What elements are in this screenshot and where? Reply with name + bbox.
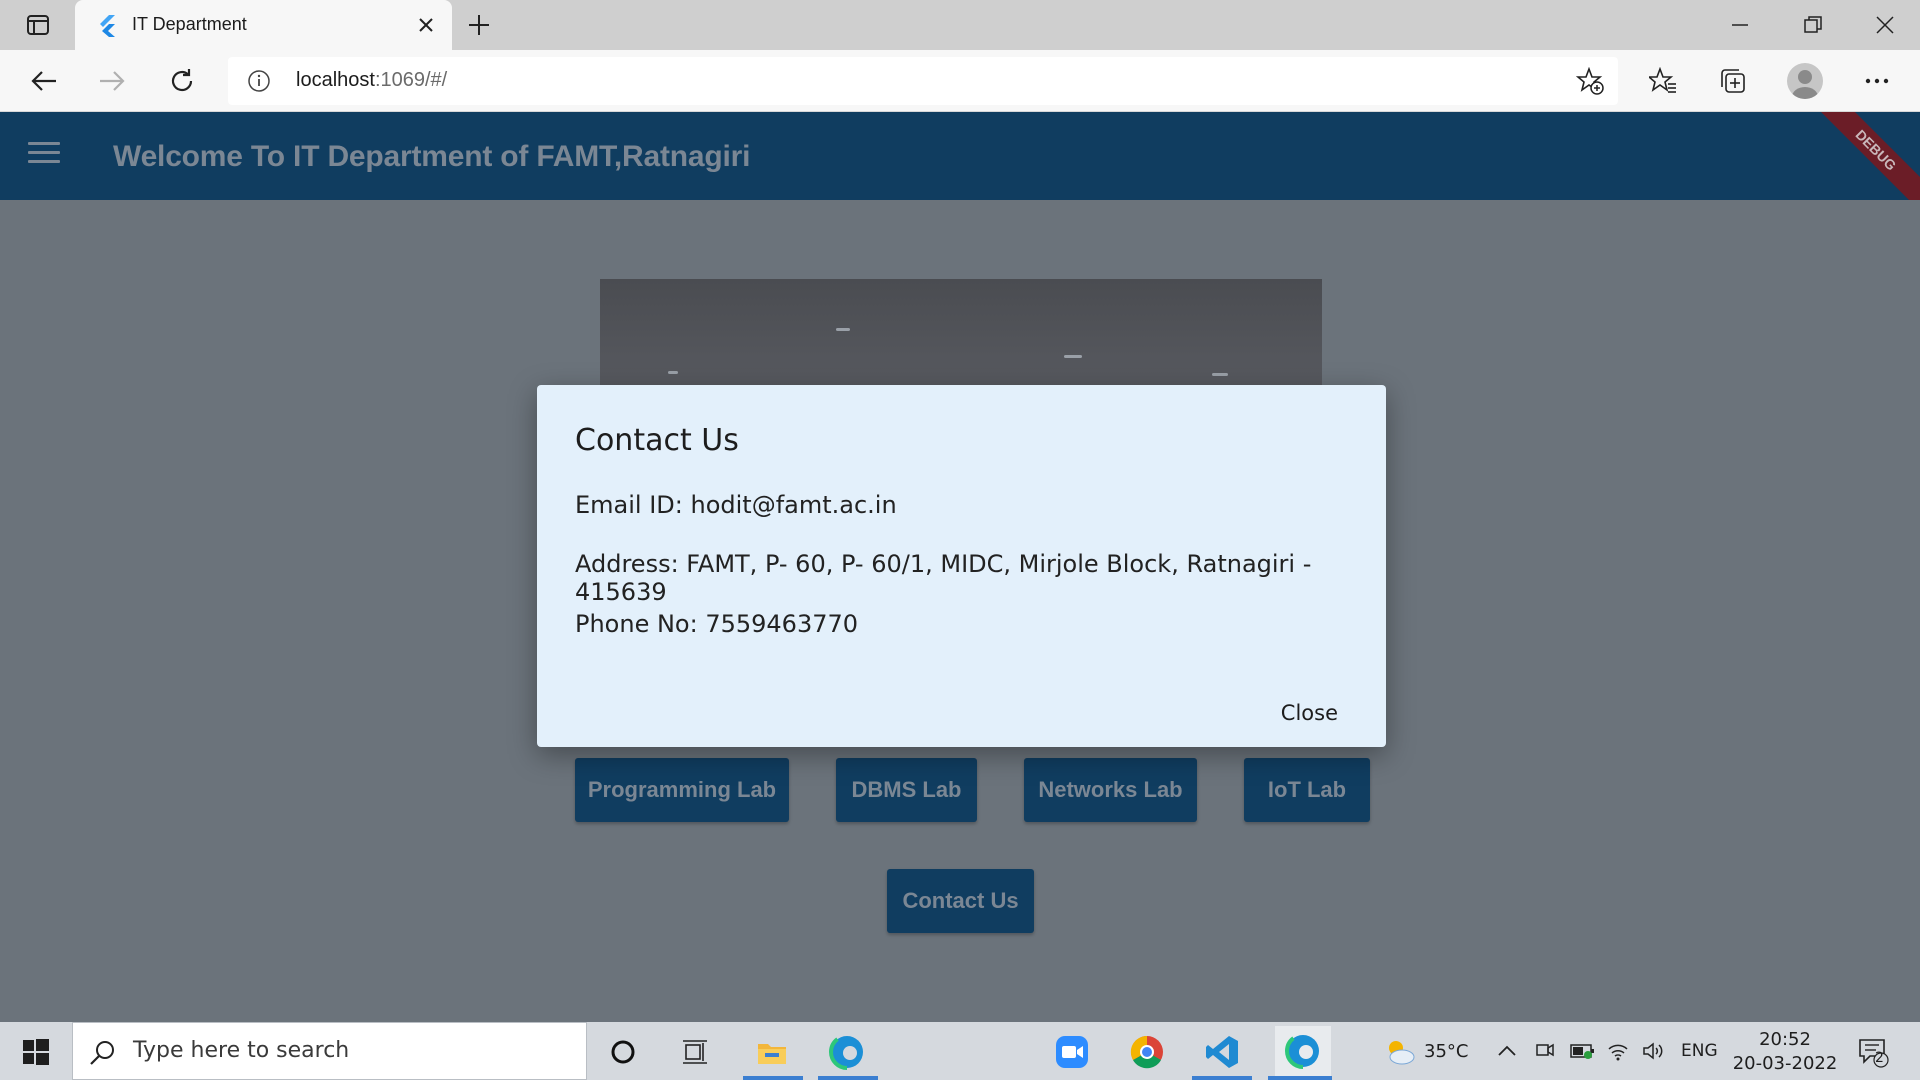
edge-window-active-indicator: [1268, 1076, 1332, 1080]
header-image: [600, 279, 1322, 389]
collections-icon[interactable]: [1713, 61, 1753, 101]
file-explorer-icon[interactable]: [750, 1030, 794, 1074]
dbms-lab-button[interactable]: DBMS Lab: [836, 758, 977, 822]
taskbar: Type here to search 35°C ENG 20:52 20-03…: [0, 1022, 1920, 1080]
dialog-address: Address: FAMT, P- 60, P- 60/1, MIDC, Mir…: [575, 550, 1312, 606]
edge-active-indicator: [818, 1076, 878, 1080]
more-options-icon[interactable]: [1857, 61, 1897, 101]
flutter-logo-icon: [95, 13, 119, 37]
browser-tab-strip: IT Department: [0, 0, 1920, 50]
cortana-icon[interactable]: [601, 1030, 645, 1074]
volume-icon[interactable]: [1642, 1022, 1664, 1080]
favorites-icon[interactable]: [1643, 61, 1683, 101]
url-path: :1069/#/: [374, 69, 448, 91]
clock-date: 20-03-2022: [1732, 1053, 1838, 1074]
weather-temp: 35°C: [1424, 1040, 1469, 1062]
networks-lab-button[interactable]: Networks Lab: [1024, 758, 1197, 822]
vscode-icon[interactable]: [1200, 1030, 1244, 1074]
tray-overflow-icon[interactable]: [1497, 1022, 1517, 1080]
file-explorer-active-indicator: [743, 1076, 803, 1080]
iot-lab-button[interactable]: IoT Lab: [1244, 758, 1370, 822]
weather-widget[interactable]: 35°C: [1382, 1022, 1468, 1080]
chrome-icon[interactable]: [1125, 1030, 1169, 1074]
notification-count: 2: [1875, 1050, 1884, 1066]
profile-avatar[interactable]: [1787, 63, 1823, 99]
new-tab-icon[interactable]: [464, 10, 494, 40]
edge-icon[interactable]: [825, 1030, 869, 1074]
add-favorite-icon[interactable]: [1575, 66, 1604, 95]
dialog-title: Contact Us: [575, 423, 739, 458]
meet-now-icon[interactable]: [1535, 1022, 1555, 1080]
dialog-email: Email ID: hodit@famt.ac.in: [575, 491, 897, 519]
app-title: Welcome To IT Department of FAMT,Ratnagi…: [113, 140, 751, 173]
search-placeholder: Type here to search: [133, 1038, 350, 1063]
url-text[interactable]: localhost:1069/#/: [296, 69, 447, 92]
contact-us-button[interactable]: Contact Us: [887, 869, 1034, 933]
clock-time: 20:52: [1759, 1029, 1811, 1050]
tab-actions-icon[interactable]: [18, 11, 58, 39]
tab-title: IT Department: [132, 14, 247, 34]
weather-cloud-sun-icon: [1389, 1041, 1415, 1065]
back-arrow-icon[interactable]: [24, 61, 64, 101]
dialog-close-button[interactable]: Close: [1281, 701, 1338, 725]
input-language[interactable]: ENG: [1681, 1022, 1718, 1080]
minimize-icon[interactable]: [1705, 0, 1775, 50]
menu-icon[interactable]: [28, 142, 60, 170]
refresh-icon[interactable]: [162, 61, 202, 101]
forward-arrow-icon[interactable]: [92, 61, 132, 101]
url-host: localhost: [296, 69, 375, 91]
zoom-icon[interactable]: [1050, 1030, 1094, 1074]
system-clock[interactable]: 20:52 20-03-2022: [1730, 1028, 1840, 1076]
app-bar: Welcome To IT Department of FAMT,Ratnagi…: [0, 112, 1920, 200]
browser-tab[interactable]: IT Department: [75, 0, 452, 50]
restore-icon[interactable]: [1778, 0, 1848, 50]
taskbar-search-box[interactable]: Type here to search: [72, 1022, 587, 1080]
tab-close-icon[interactable]: [412, 11, 440, 39]
vscode-active-indicator: [1192, 1076, 1252, 1080]
site-info-icon[interactable]: [248, 70, 270, 92]
address-bar[interactable]: localhost:1069/#/: [228, 57, 1618, 105]
programming-lab-button[interactable]: Programming Lab: [575, 758, 789, 822]
contact-dialog: Contact Us Email ID: hodit@famt.ac.in Ad…: [537, 385, 1386, 747]
edge-active-window-icon[interactable]: [1275, 1026, 1331, 1076]
search-icon: [89, 1039, 117, 1067]
task-view-icon[interactable]: [673, 1030, 717, 1074]
notification-center-icon[interactable]: 2: [1856, 1022, 1890, 1080]
wifi-icon[interactable]: [1607, 1022, 1629, 1080]
dialog-phone: Phone No: 7559463770: [575, 610, 859, 638]
browser-toolbar: localhost:1069/#/: [0, 50, 1920, 112]
window-close-icon[interactable]: [1850, 0, 1920, 50]
battery-icon[interactable]: [1570, 1022, 1596, 1080]
windows-start-icon[interactable]: [14, 1036, 58, 1068]
